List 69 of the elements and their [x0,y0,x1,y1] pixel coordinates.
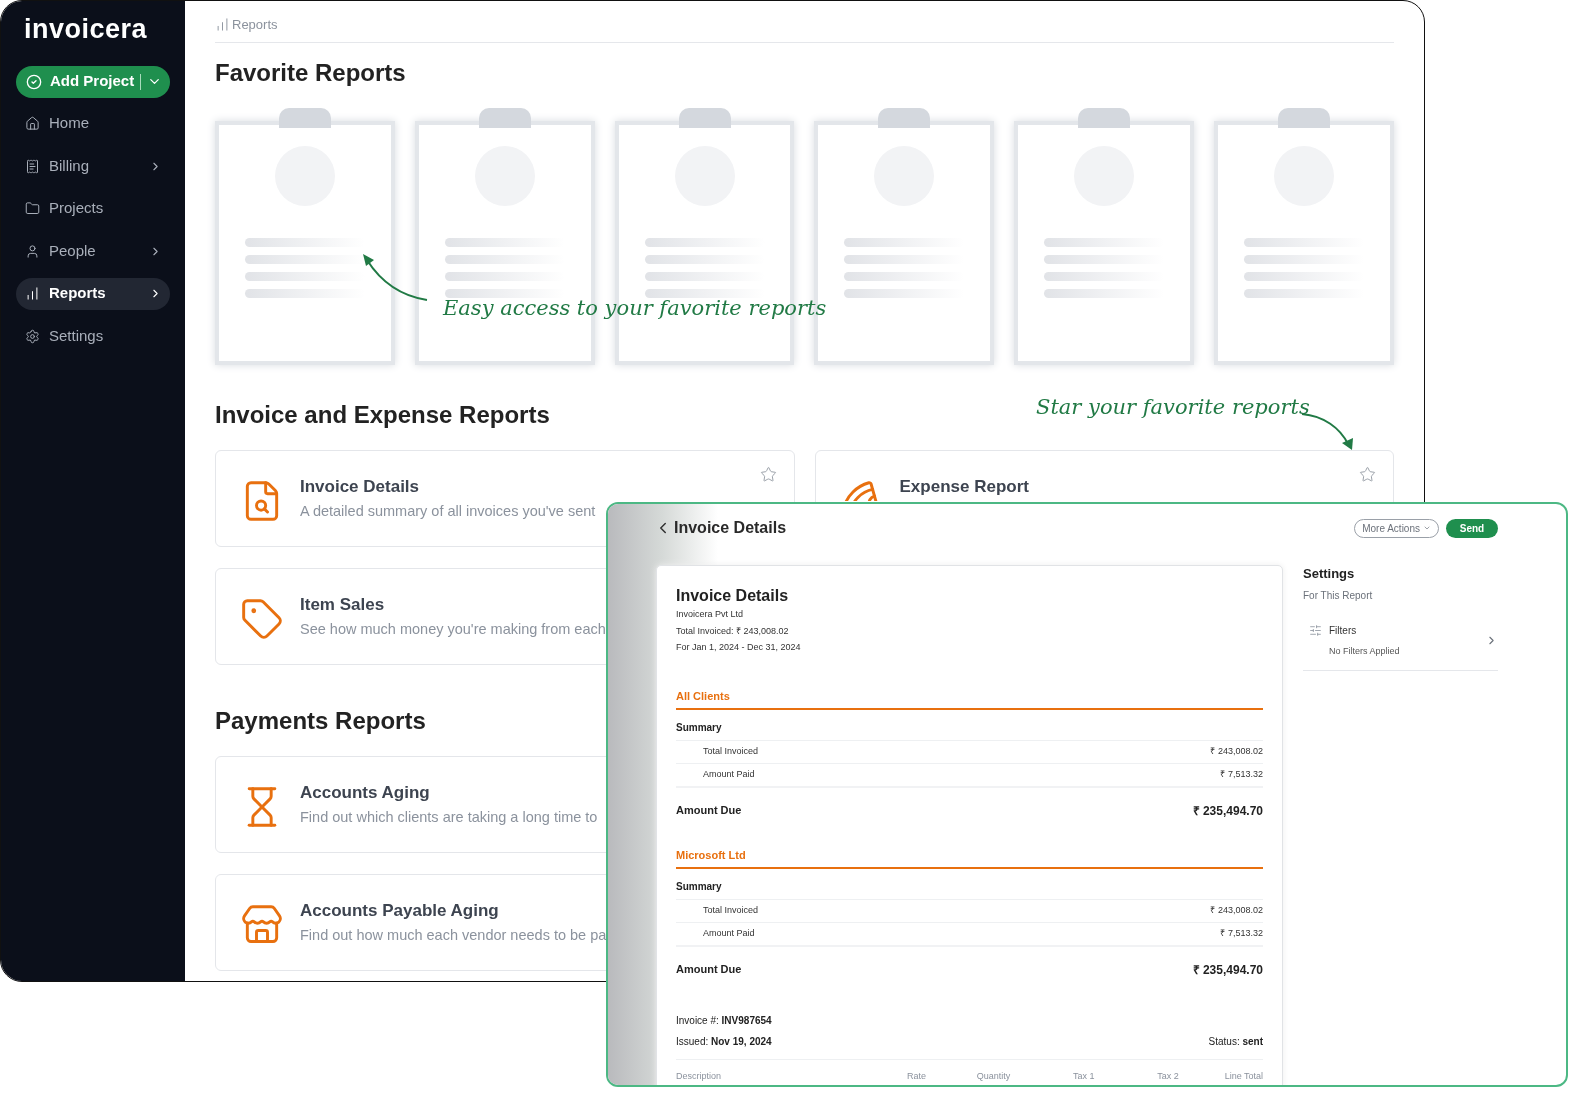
receipt-icon [25,158,40,174]
client-name: All Clients [676,688,731,703]
amount-due-value: ₹ 235,494.70 [1192,802,1263,820]
star-icon[interactable] [759,466,777,483]
chart-icon [25,286,40,301]
nav-item[interactable]: Billing [16,150,170,182]
row-value: ₹ 243,008.02 [1210,903,1263,917]
column-header: Quantity [975,1069,1011,1083]
report-title: Expense Report [899,476,1029,498]
section-title: Payments Reports [215,706,426,736]
summary-heading: Summary [676,720,723,735]
report-title: Accounts Aging [300,782,431,804]
total-invoiced: Total Invoiced: ₹ 243,008.02 [676,624,790,638]
amount-due-value: ₹ 235,494.70 [1192,961,1263,979]
home-icon [25,116,40,131]
settings-title: Settings [1303,565,1356,583]
report-title: Item Sales [300,594,386,616]
invoice-number: Invoice #: INV987654 [676,1013,773,1028]
row-label: Total Invoiced [703,903,759,917]
report-description: Find out which clients are taking a long time to [300,808,598,827]
company-name: Invoicera Pvt Ltd [676,608,745,621]
check-circle-icon [26,73,42,90]
issued-date: Issued: Nov 19, 2024 [676,1034,772,1049]
filters-label: Filters [1329,623,1358,638]
column-header: Tax 1 [1072,1069,1095,1083]
report-title: Accounts Payable Aging [300,900,500,922]
annotation: Easy access to your favorite reports [443,295,827,322]
row-value: ₹ 243,008.02 [1210,744,1263,758]
row-value: ₹ 7,513.32 [1220,926,1263,940]
column-header: Line Total [1223,1069,1263,1083]
filters-row[interactable]: Filters No Filters Applied [1303,622,1498,671]
add-project-button[interactable]: Add Project [16,65,170,98]
nav-item[interactable]: Projects [16,192,170,225]
report-title: Invoice Details [300,476,421,498]
page-title: Invoice Details [674,518,788,538]
nav-item[interactable]: Settings [16,320,170,352]
chart-icon [215,17,230,32]
annotation-arrow [361,252,429,302]
caret-icon [1423,524,1431,532]
nav-item[interactable]: Reports [16,277,170,310]
section-title: Invoice and Expense Reports [215,400,550,430]
amount-due-label: Amount Due [676,803,742,819]
sliders-icon [1309,623,1322,637]
report-title: Invoice Details [676,586,790,606]
settings-subtitle: For This Report [1303,588,1374,603]
report-description: See how much money you're making from each [300,620,606,639]
summary-heading: Summary [676,879,723,894]
row-value: ₹ 7,513.32 [1220,767,1263,781]
nav-item[interactable]: Home [16,107,170,140]
logo: invoicera [24,13,149,46]
column-header: Tax 2 [1156,1069,1179,1083]
filters-value: No Filters Applied [1329,644,1401,658]
section-title: Favorite Reports [215,58,407,88]
nav-item[interactable]: People [16,235,170,267]
invoice-status: Status: sent [1208,1034,1263,1049]
column-header: Rate [906,1069,926,1083]
row-label: Amount Paid [703,926,755,940]
column-header: Description [676,1069,723,1083]
report-description: Find out how much each vendor needs to be pa [300,926,607,945]
price-tag-icon [240,597,284,641]
row-label: Total Invoiced [703,744,759,758]
report-description: A detailed summary of all invoices you've sent [300,502,596,521]
row-label: Amount Paid [703,767,755,781]
settings-icon [25,328,40,344]
folder-icon [25,201,40,216]
annotation: Star your favorite reports [1036,394,1310,421]
star-icon[interactable] [1359,466,1376,483]
person-icon [25,243,40,259]
send-button[interactable]: Send [1446,518,1498,538]
